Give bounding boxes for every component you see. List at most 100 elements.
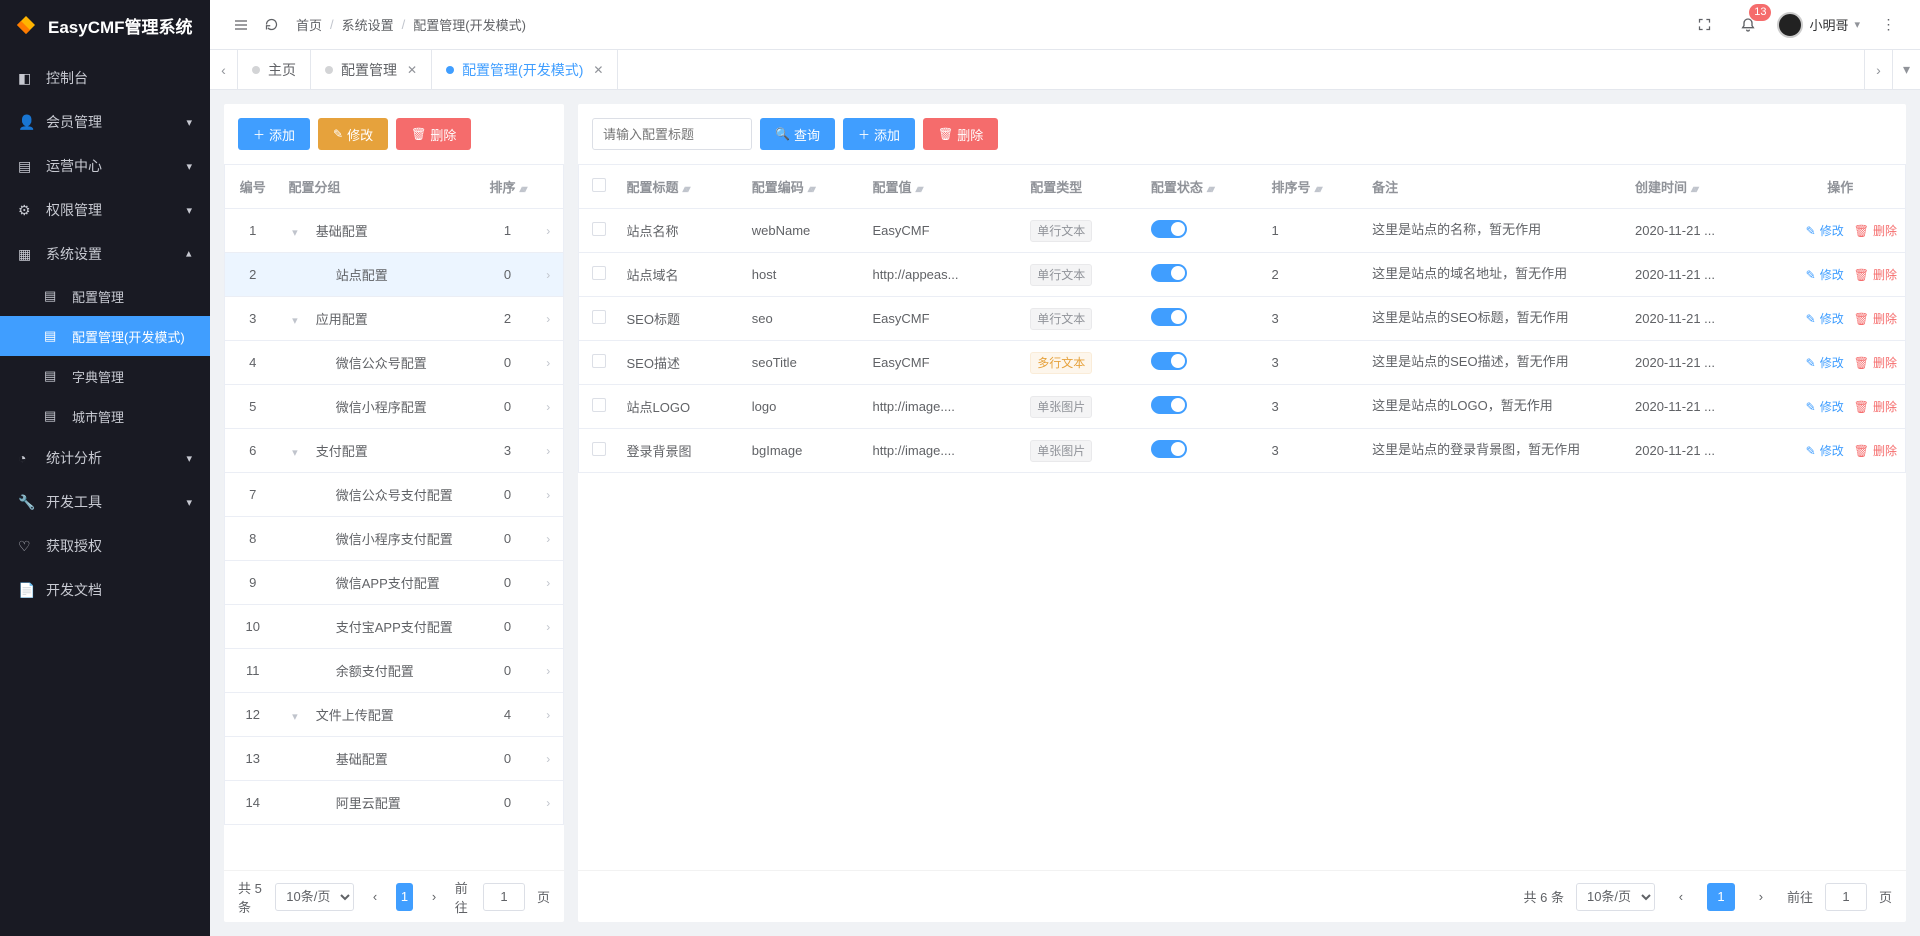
status-switch[interactable] (1151, 396, 1187, 414)
row-more-button[interactable]: › (534, 781, 564, 825)
page-next-button[interactable]: › (1747, 883, 1775, 911)
page-number-button[interactable]: 1 (396, 883, 413, 911)
row-delete-button[interactable]: 🗑删除 (1854, 266, 1897, 283)
row-more-button[interactable]: › (534, 209, 564, 253)
cell-check[interactable] (579, 341, 619, 385)
cell-status[interactable] (1143, 385, 1264, 429)
row-more-button[interactable]: › (534, 385, 564, 429)
row-more-button[interactable]: › (534, 517, 564, 561)
row-delete-button[interactable]: 🗑删除 (1854, 310, 1897, 327)
expand-icon[interactable]: ▾ (292, 710, 306, 723)
row-edit-button[interactable]: ✎修改 (1806, 442, 1844, 459)
row-more-button[interactable]: › (534, 429, 564, 473)
table-row[interactable]: 2 站点配置 0 › (225, 253, 564, 297)
table-row[interactable]: 14 阿里云配置 0 › (225, 781, 564, 825)
row-checkbox[interactable] (592, 354, 606, 368)
sidebar-subitem[interactable]: ▤字典管理 (0, 356, 210, 396)
sidebar-item[interactable]: 📄 开发文档 (0, 568, 210, 612)
search-button[interactable]: 🔍查询 (760, 118, 835, 150)
status-switch[interactable] (1151, 352, 1187, 370)
page-size-select[interactable]: 10条/页 (275, 883, 354, 911)
goto-page-input[interactable] (1825, 883, 1867, 911)
cell-status[interactable] (1143, 253, 1264, 297)
table-row[interactable]: 4 微信公众号配置 0 › (225, 341, 564, 385)
col-created[interactable]: 创建时间▴▾ (1627, 165, 1775, 209)
row-more-button[interactable]: › (534, 297, 564, 341)
sidebar-item[interactable]: ▦ 系统设置 ▾ (0, 232, 210, 276)
tab[interactable]: 配置管理(开发模式) ✕ (432, 50, 618, 89)
row-delete-button[interactable]: 🗑删除 (1854, 354, 1897, 371)
row-edit-button[interactable]: ✎修改 (1806, 354, 1844, 371)
table-row[interactable]: 11 余额支付配置 0 › (225, 649, 564, 693)
tab[interactable]: 主页 (238, 50, 311, 89)
row-more-button[interactable]: › (534, 253, 564, 297)
row-more-button[interactable]: › (534, 737, 564, 781)
row-more-button[interactable]: › (534, 693, 564, 737)
table-row[interactable]: 1 ▾ 基础配置 1 › (225, 209, 564, 253)
row-edit-button[interactable]: ✎修改 (1806, 222, 1844, 239)
checkbox-all[interactable] (592, 178, 606, 192)
row-more-button[interactable]: › (534, 473, 564, 517)
breadcrumb-item[interactable]: 首页 (296, 15, 322, 34)
cell-status[interactable] (1143, 297, 1264, 341)
table-row[interactable]: 7 微信公众号支付配置 0 › (225, 473, 564, 517)
page-number-button[interactable]: 1 (1707, 883, 1735, 911)
col-title[interactable]: 配置标题▴▾ (619, 165, 744, 209)
sidebar-subitem[interactable]: ▤城市管理 (0, 396, 210, 436)
row-edit-button[interactable]: ✎修改 (1806, 266, 1844, 283)
more-button[interactable]: ⋮ (1874, 10, 1904, 40)
user-menu[interactable]: 小明哥 ▾ (1777, 12, 1860, 38)
expand-icon[interactable]: ▾ (292, 446, 306, 459)
table-row[interactable]: 13 基础配置 0 › (225, 737, 564, 781)
cell-check[interactable] (579, 297, 619, 341)
expand-icon[interactable]: ▾ (292, 226, 306, 239)
sidebar-item[interactable]: ♡ 获取授权 (0, 524, 210, 568)
delete-config-button[interactable]: 🗑删除 (923, 118, 998, 150)
goto-page-input[interactable] (483, 883, 525, 911)
add-config-button[interactable]: ＋添加 (843, 118, 915, 150)
search-input[interactable] (592, 118, 752, 150)
col-status[interactable]: 配置状态▴▾ (1143, 165, 1264, 209)
row-more-button[interactable]: › (534, 561, 564, 605)
cell-check[interactable] (579, 253, 619, 297)
sidebar-item[interactable]: ⚙ 权限管理 ▾ (0, 188, 210, 232)
sidebar-subitem[interactable]: ▤配置管理(开发模式) (0, 316, 210, 356)
row-checkbox[interactable] (592, 310, 606, 324)
table-row[interactable]: 6 ▾ 支付配置 3 › (225, 429, 564, 473)
row-delete-button[interactable]: 🗑删除 (1854, 222, 1897, 239)
collapse-sidebar-button[interactable] (226, 10, 256, 40)
row-delete-button[interactable]: 🗑删除 (1854, 442, 1897, 459)
col-sort[interactable]: 排序▴▾ (481, 165, 533, 209)
table-row[interactable]: 12 ▾ 文件上传配置 4 › (225, 693, 564, 737)
page-prev-button[interactable]: ‹ (1667, 883, 1695, 911)
cell-status[interactable] (1143, 341, 1264, 385)
col-value[interactable]: 配置值▴▾ (864, 165, 1022, 209)
fullscreen-button[interactable] (1689, 10, 1719, 40)
page-next-button[interactable]: › (425, 883, 442, 911)
cell-check[interactable] (579, 385, 619, 429)
status-switch[interactable] (1151, 308, 1187, 326)
status-switch[interactable] (1151, 264, 1187, 282)
add-group-button[interactable]: ＋添加 (238, 118, 310, 150)
table-row[interactable]: 10 支付宝APP支付配置 0 › (225, 605, 564, 649)
table-row[interactable]: 3 ▾ 应用配置 2 › (225, 297, 564, 341)
col-sort[interactable]: 排序号▴▾ (1264, 165, 1365, 209)
sidebar-item[interactable]: 👤 会员管理 ▾ (0, 100, 210, 144)
row-edit-button[interactable]: ✎修改 (1806, 398, 1844, 415)
col-check[interactable] (579, 165, 619, 209)
close-icon[interactable]: ✕ (593, 63, 603, 77)
row-delete-button[interactable]: 🗑删除 (1854, 398, 1897, 415)
cell-status[interactable] (1143, 429, 1264, 473)
row-edit-button[interactable]: ✎修改 (1806, 310, 1844, 327)
status-switch[interactable] (1151, 220, 1187, 238)
cell-check[interactable] (579, 429, 619, 473)
sidebar-subitem[interactable]: ▤配置管理 (0, 276, 210, 316)
table-row[interactable]: 5 微信小程序配置 0 › (225, 385, 564, 429)
status-switch[interactable] (1151, 440, 1187, 458)
cell-status[interactable] (1143, 209, 1264, 253)
page-size-select[interactable]: 10条/页 (1576, 883, 1655, 911)
table-row[interactable]: 8 微信小程序支付配置 0 › (225, 517, 564, 561)
row-more-button[interactable]: › (534, 649, 564, 693)
sidebar-item[interactable]: ◔ 统计分析 ▾ (0, 436, 210, 480)
cell-check[interactable] (579, 209, 619, 253)
